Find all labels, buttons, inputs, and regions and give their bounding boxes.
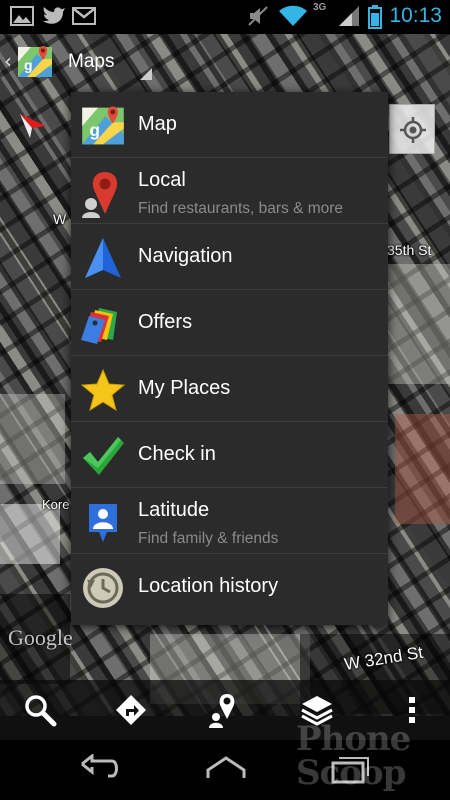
menu-item-latitude[interactable]: Latitude Find family & friends bbox=[71, 488, 388, 554]
app-title[interactable]: Maps bbox=[68, 51, 114, 73]
wifi-icon bbox=[279, 5, 307, 31]
svg-text:g: g bbox=[90, 121, 100, 140]
battery-icon bbox=[368, 5, 382, 33]
menu-item-my-places[interactable]: My Places bbox=[71, 356, 388, 422]
picture-icon bbox=[10, 5, 34, 31]
clock: 10:13 bbox=[389, 4, 442, 27]
up-chevron-icon[interactable]: ‹ bbox=[4, 49, 12, 73]
menu-item-check-in[interactable]: Check in bbox=[71, 422, 388, 488]
street-label-kore: Kore bbox=[42, 497, 70, 512]
menu-item-subtitle: Find family & friends bbox=[138, 530, 279, 547]
menu-item-label: Location history bbox=[138, 575, 279, 597]
search-icon[interactable] bbox=[22, 692, 58, 728]
menu-item-label: Offers bbox=[138, 311, 193, 333]
menu-item-map[interactable]: g Map bbox=[71, 92, 388, 158]
twitter-icon bbox=[42, 5, 66, 31]
app-dropdown-menu: g Map Local Find restaurants, bars & mor… bbox=[71, 92, 388, 625]
street-label-w: W bbox=[53, 211, 67, 227]
latitude-icon bbox=[81, 500, 125, 544]
mute-icon bbox=[247, 5, 269, 31]
signal-icon bbox=[338, 5, 360, 31]
navigation-arrow-icon bbox=[81, 236, 125, 280]
menu-item-navigation[interactable]: Navigation bbox=[71, 224, 388, 290]
star-icon bbox=[80, 368, 126, 412]
local-pin-icon bbox=[81, 170, 125, 218]
maps-app-icon[interactable]: g bbox=[17, 44, 53, 84]
menu-item-label: Check in bbox=[138, 443, 216, 465]
menu-item-subtitle: Find restaurants, bars & more bbox=[138, 200, 344, 217]
menu-item-label: Navigation bbox=[138, 245, 233, 267]
my-location-icon bbox=[400, 117, 426, 147]
menu-item-local[interactable]: Local Find restaurants, bars & more bbox=[71, 158, 388, 224]
status-bar: 3G 10:13 bbox=[0, 0, 450, 34]
street-label-35th: 35th St bbox=[387, 242, 432, 258]
menu-item-label: My Places bbox=[138, 377, 231, 399]
my-location-button[interactable] bbox=[389, 104, 435, 154]
compass-icon[interactable] bbox=[18, 112, 48, 144]
menu-item-location-history[interactable]: Location history bbox=[71, 554, 388, 620]
menu-item-label: Local bbox=[138, 169, 186, 191]
checkmark-icon bbox=[81, 434, 125, 478]
svg-text:g: g bbox=[24, 57, 33, 73]
places-icon[interactable] bbox=[207, 692, 243, 728]
maps-icon: g bbox=[81, 104, 125, 148]
menu-item-label: Map bbox=[138, 113, 177, 135]
back-icon[interactable] bbox=[80, 752, 120, 788]
dropdown-indicator-icon[interactable] bbox=[139, 66, 153, 85]
history-clock-icon bbox=[81, 566, 125, 610]
network-type-label: 3G bbox=[313, 2, 327, 13]
home-icon[interactable] bbox=[205, 754, 247, 788]
offers-tags-icon bbox=[81, 302, 125, 346]
menu-item-offers[interactable]: Offers bbox=[71, 290, 388, 356]
google-attribution: Google bbox=[8, 625, 73, 650]
menu-item-label: Latitude bbox=[138, 499, 210, 521]
watermark: Phone Scoop bbox=[296, 719, 411, 793]
directions-icon[interactable] bbox=[113, 692, 149, 728]
gmail-icon bbox=[72, 5, 96, 31]
